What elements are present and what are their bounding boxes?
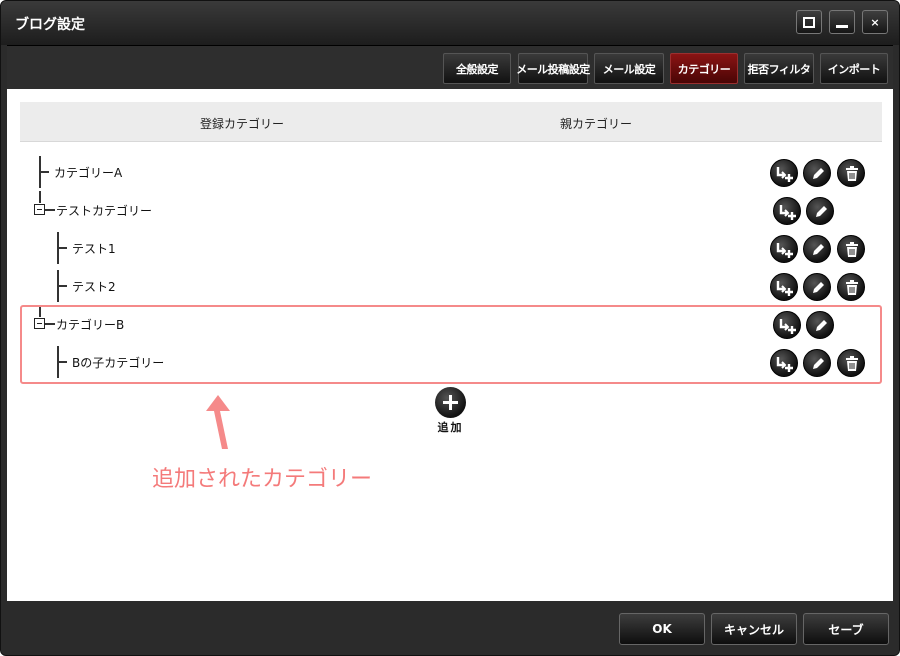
footer-bar: OK キャンセル セーブ — [1, 601, 899, 655]
trash-icon — [846, 280, 858, 295]
add-child-icon — [779, 205, 796, 220]
edit-button[interactable] — [806, 197, 834, 225]
trash-icon — [846, 166, 858, 181]
table-row: カテゴリーA — [7, 153, 893, 191]
edit-button[interactable] — [803, 235, 831, 263]
delete-button[interactable] — [837, 235, 865, 263]
category-label: カテゴリーA — [54, 166, 123, 180]
category-panel: 登録カテゴリー 親カテゴリー カテゴリーA テストカテゴリー テスト1 テスト2… — [7, 89, 893, 601]
blog-settings-window: ブログ設定 × 全般設定 メール投稿設定 メール設定 カテゴリー 拒否フィルタ … — [0, 0, 900, 656]
tab-mail-post[interactable]: メール投稿設定 — [516, 53, 590, 84]
add-category-label: 追加 — [437, 421, 464, 434]
edit-button[interactable] — [803, 159, 831, 187]
collapse-toggle[interactable] — [34, 204, 45, 215]
tab-bar: 全般設定 メール投稿設定 メール設定 カテゴリー 拒否フィルタ インポート — [7, 45, 893, 89]
close-button[interactable]: × — [862, 10, 888, 34]
add-child-icon — [776, 243, 793, 258]
pencil-icon — [813, 282, 824, 293]
add-category-button[interactable] — [435, 387, 466, 418]
tree-line — [57, 247, 67, 249]
table-row: テスト1 — [7, 229, 893, 267]
table-row: テスト2 — [7, 267, 893, 305]
cancel-button[interactable]: キャンセル — [711, 613, 797, 645]
category-label: テスト1 — [72, 242, 116, 256]
trash-icon — [846, 242, 858, 257]
tree-line — [57, 285, 67, 287]
maximize-button[interactable] — [796, 10, 822, 34]
maximize-icon — [803, 16, 815, 28]
close-icon: × — [870, 15, 880, 29]
annotation-arrow-icon — [206, 395, 230, 449]
add-child-button[interactable] — [770, 273, 798, 301]
delete-button[interactable] — [837, 273, 865, 301]
category-label: テスト2 — [72, 280, 116, 294]
add-child-button[interactable] — [770, 235, 798, 263]
edit-button[interactable] — [803, 273, 831, 301]
minimize-icon — [836, 24, 848, 28]
minimize-button[interactable] — [829, 10, 855, 34]
pencil-icon — [813, 244, 824, 255]
title-bar: ブログ設定 × — [1, 1, 899, 45]
tree-line — [39, 171, 49, 173]
added-category-highlight — [20, 305, 882, 384]
tab-import[interactable]: インポート — [820, 53, 888, 84]
ok-button[interactable]: OK — [619, 613, 705, 645]
save-button[interactable]: セーブ — [803, 613, 889, 645]
table-header: 登録カテゴリー 親カテゴリー — [20, 102, 882, 142]
add-child-icon — [776, 167, 793, 182]
tab-reject-filter[interactable]: 拒否フィルタ — [744, 53, 814, 84]
add-child-button[interactable] — [773, 197, 801, 225]
header-parent-category: 親カテゴリー — [560, 117, 633, 131]
header-registered-category: 登録カテゴリー — [200, 117, 285, 131]
category-label: テストカテゴリー — [56, 204, 153, 218]
add-child-icon — [776, 281, 793, 296]
pencil-icon — [813, 168, 824, 179]
tree-line — [45, 209, 55, 211]
tree-line — [39, 191, 41, 203]
window-title: ブログ設定 — [15, 17, 85, 33]
tab-general[interactable]: 全般設定 — [443, 53, 511, 84]
tab-category[interactable]: カテゴリー — [670, 53, 738, 84]
tab-mail-settings[interactable]: メール設定 — [594, 53, 664, 84]
pencil-icon — [816, 206, 827, 217]
annotation-text: 追加されたカテゴリー — [152, 467, 373, 492]
delete-button[interactable] — [837, 159, 865, 187]
add-child-button[interactable] — [770, 159, 798, 187]
table-row: テストカテゴリー — [7, 191, 893, 229]
